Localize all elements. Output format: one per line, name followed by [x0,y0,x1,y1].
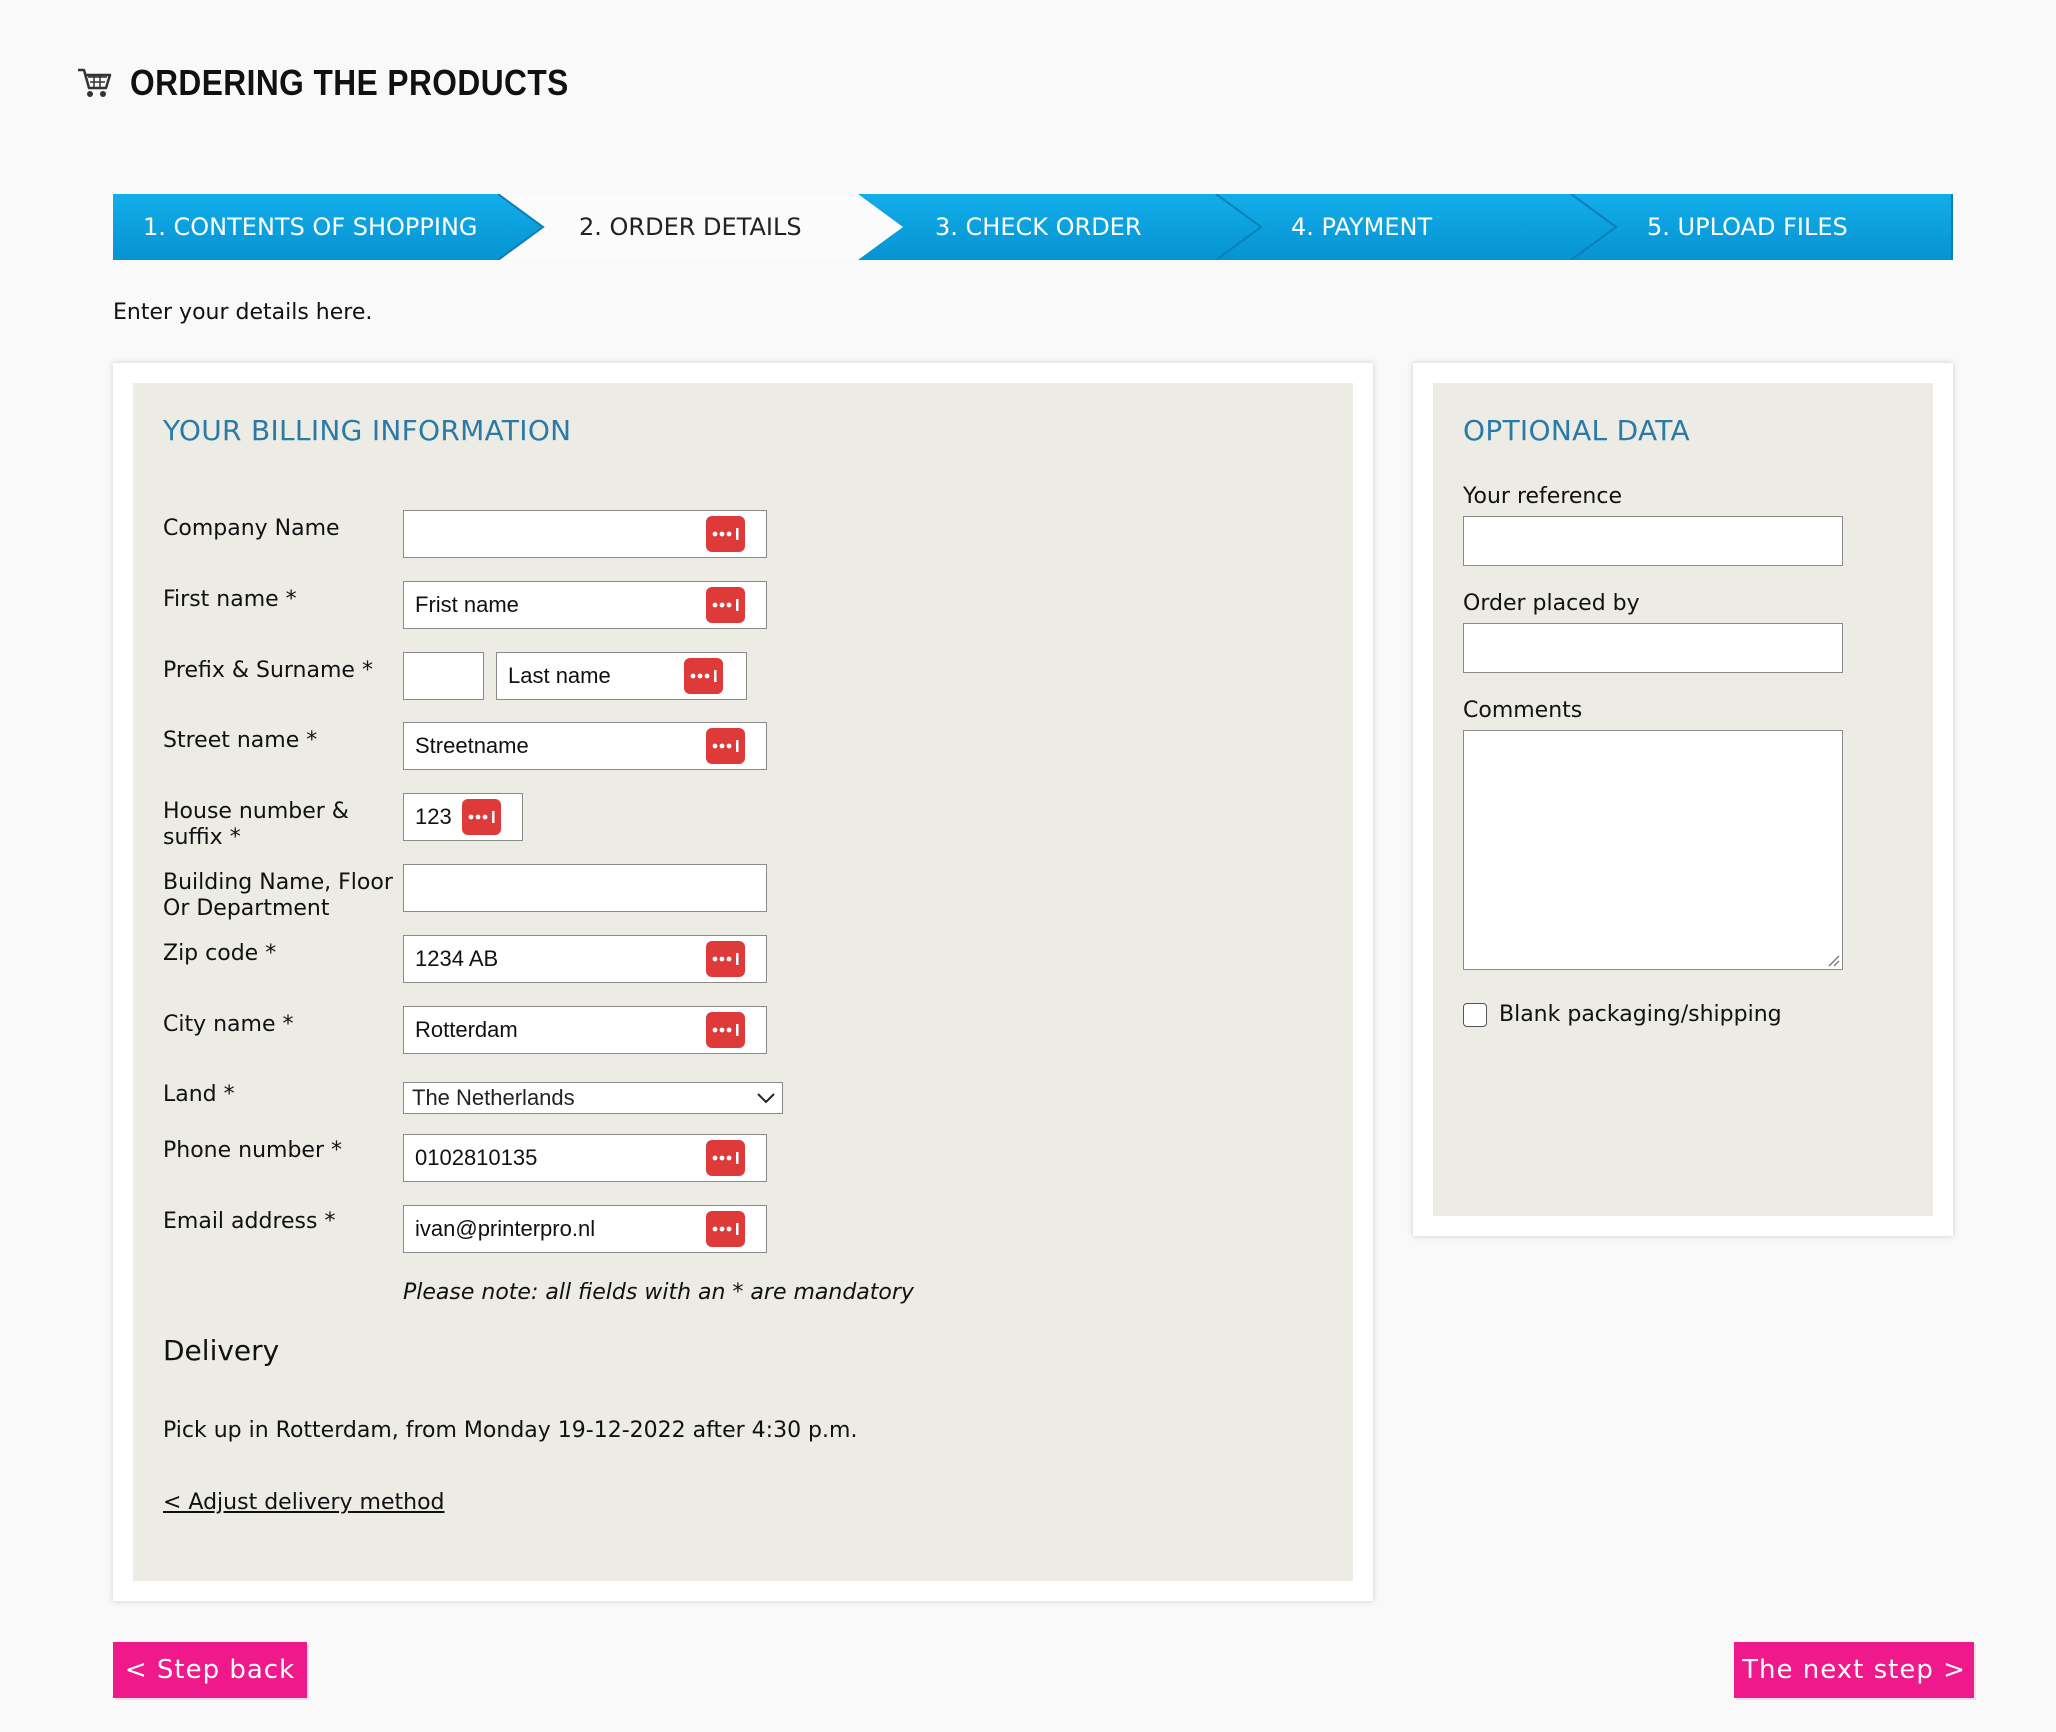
street-field[interactable]: Streetname [403,722,767,770]
step-check-order[interactable]: 3. CHECK ORDER [935,194,1142,260]
building-row: Building Name, Floor Or Department [163,864,1263,930]
surname-row: Prefix & Surname * Last name [163,652,1263,718]
first-name-label: First name * [163,587,297,612]
city-label: City name * [163,1012,294,1037]
step-upload-files[interactable]: 5. UPLOAD FILES [1647,194,1848,260]
billing-title: YOUR BILLING INFORMATION [163,414,572,447]
password-manager-icon[interactable] [706,941,745,977]
land-select[interactable]: The Netherlands [403,1082,783,1114]
shopping-cart-icon [78,68,112,97]
zip-field[interactable]: 1234 AB [403,935,767,983]
intro-text: Enter your details here. [113,300,373,325]
delivery-text: Pick up in Rotterdam, from Monday 19-12-… [163,1418,858,1443]
city-field[interactable]: Rotterdam [403,1006,767,1054]
optional-title: OPTIONAL DATA [1463,414,1690,447]
blank-packaging-checkbox[interactable] [1463,1002,1487,1027]
comments-label: Comments [1463,698,1583,723]
reference-label: Your reference [1463,484,1623,509]
mandatory-note: Please note: all fields with an * are ma… [403,1280,914,1305]
email-field[interactable]: ivan@printerpro.nl [403,1205,767,1253]
surname-label: Prefix & Surname * [163,658,373,683]
first-name-field[interactable]: Frist name [403,581,767,629]
prefix-field[interactable] [403,652,484,700]
email-row: Email address * ivan@printerpro.nl [163,1205,1263,1269]
password-manager-icon[interactable] [706,1012,745,1048]
land-value: The Netherlands [412,1085,575,1110]
page-title: ORDERING THE PRODUCTS [130,62,569,103]
building-label: Building Name, Floor Or Department [163,870,393,921]
company-row: Company Name [163,510,1263,576]
blank-packaging-label: Blank packaging/shipping [1499,1002,1782,1027]
first-name-row: First name * Frist name [163,581,1263,647]
password-manager-icon[interactable] [706,1211,745,1247]
reference-input[interactable] [1463,516,1843,566]
surname-field[interactable]: Last name [496,652,747,700]
chevron-down-icon [757,1093,775,1104]
blank-packaging-row[interactable]: Blank packaging/shipping [1463,1002,1782,1027]
adjust-delivery-link[interactable]: < Adjust delivery method [163,1490,445,1515]
zip-label: Zip code * [163,941,277,966]
phone-label: Phone number * [163,1138,342,1163]
password-manager-icon[interactable] [706,516,745,552]
page-header: ORDERING THE PRODUCTS [76,62,629,104]
city-row: City name * Rotterdam [163,1006,1263,1072]
building-field[interactable] [403,864,767,912]
resize-handle-icon[interactable] [1826,953,1840,967]
placed-by-label: Order placed by [1463,591,1640,616]
company-field[interactable] [403,510,767,558]
phone-row: Phone number * 0102810135 [163,1134,1263,1198]
next-step-button[interactable]: The next step > [1734,1642,1974,1698]
step-contents-of-shopping[interactable]: 1. CONTENTS OF SHOPPING [143,194,478,260]
step-payment[interactable]: 4. PAYMENT [1291,194,1432,260]
company-label: Company Name [163,516,340,541]
password-manager-icon[interactable] [706,728,745,764]
placed-by-input[interactable] [1463,623,1843,673]
house-number-label: House number & suffix * [163,799,349,850]
password-manager-icon[interactable] [684,658,723,694]
land-label: Land * [163,1082,235,1107]
zip-row: Zip code * 1234 AB [163,935,1263,1001]
house-number-row: House number & suffix * 123 [163,793,1263,859]
comments-textarea[interactable] [1463,730,1843,970]
street-row: Street name * Streetname [163,722,1263,788]
street-label: Street name * [163,728,318,753]
password-manager-icon[interactable] [462,799,501,835]
phone-field[interactable]: 0102810135 [403,1134,767,1182]
land-row: Land * The Netherlands [163,1082,1263,1142]
email-label: Email address * [163,1209,336,1234]
checkout-stepper: 1. CONTENTS OF SHOPPING 2. ORDER DETAILS… [113,194,1953,260]
house-number-field[interactable]: 123 [403,793,523,841]
password-manager-icon[interactable] [706,1140,745,1176]
password-manager-icon[interactable] [706,587,745,623]
step-order-details[interactable]: 2. ORDER DETAILS [579,194,802,260]
delivery-title: Delivery [163,1334,280,1367]
step-back-button[interactable]: < Step back [113,1642,307,1698]
